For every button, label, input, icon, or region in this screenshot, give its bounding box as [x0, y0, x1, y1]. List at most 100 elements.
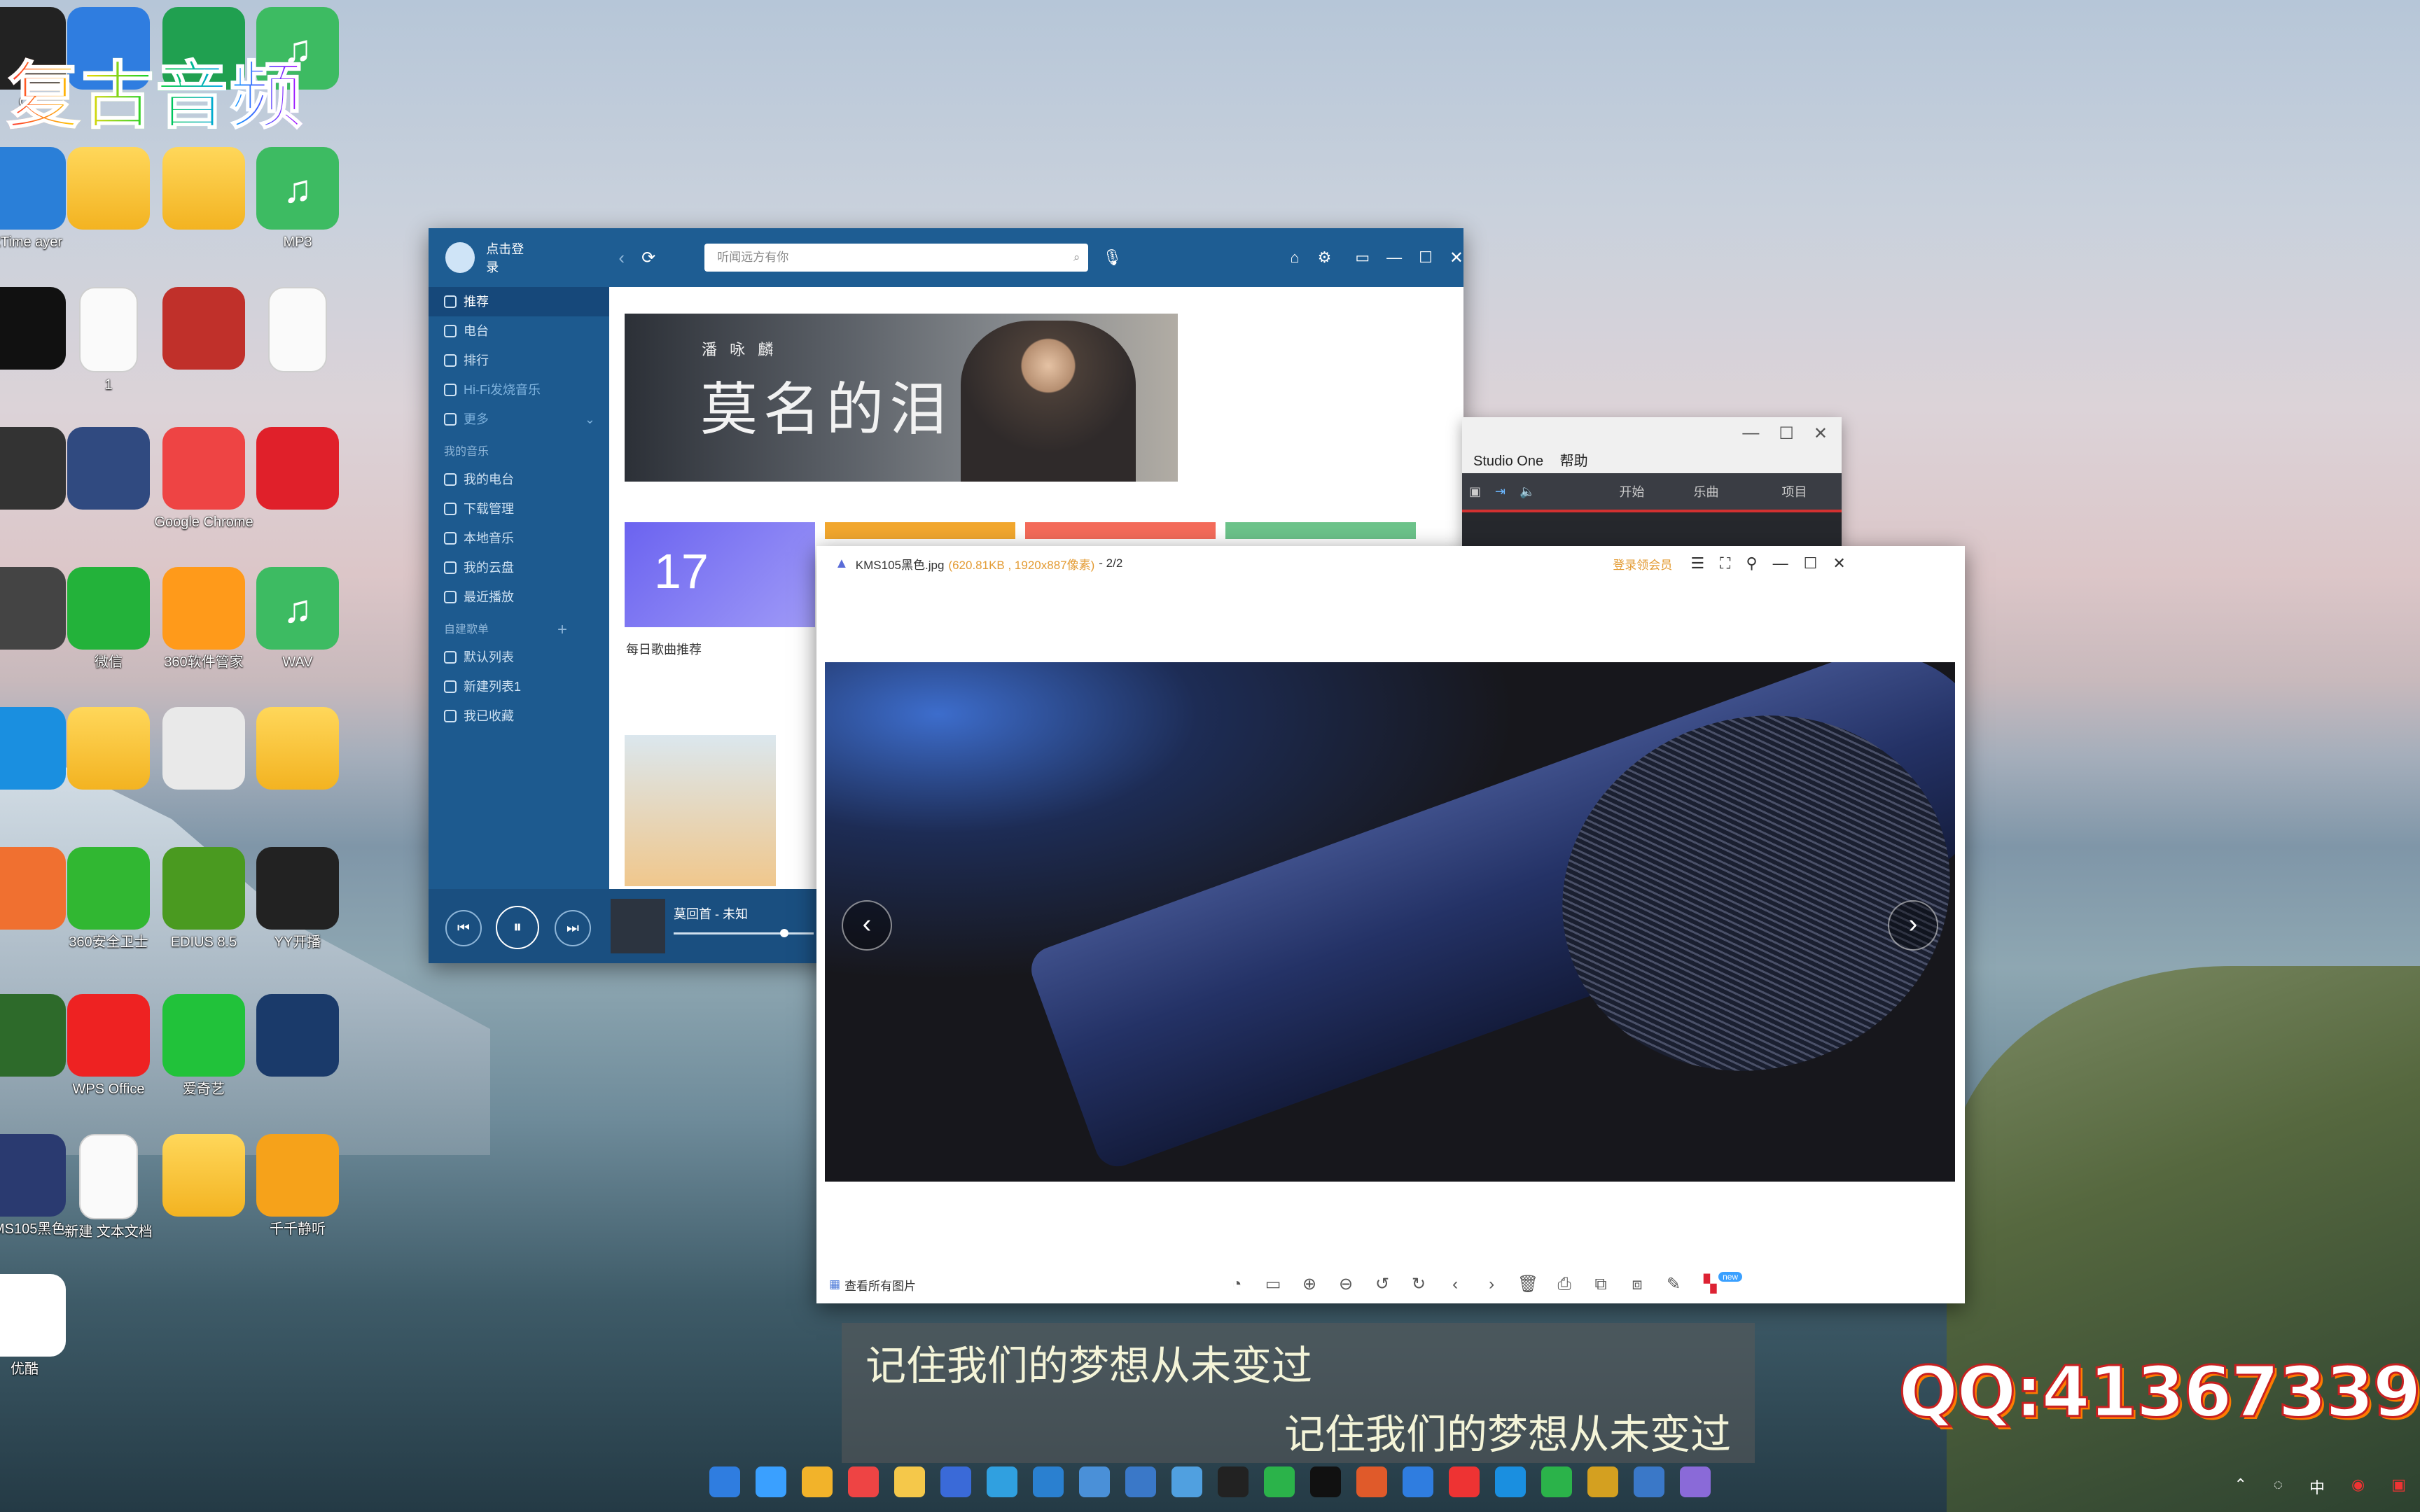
taskbar-app-icon[interactable] — [1171, 1466, 1202, 1497]
studio-title-bar[interactable]: — ☐ ✕ — [1462, 417, 1842, 449]
studio-close-icon[interactable]: ✕ — [1814, 424, 1828, 444]
download-manager[interactable]: 下载管理 — [429, 494, 609, 524]
next-image-button[interactable]: › — [1888, 900, 1938, 951]
rotate-tool-icon[interactable]: ◔ — [1224, 1274, 1249, 1295]
notification-icon[interactable]: ▣ — [2391, 1476, 2406, 1498]
viewer-maximize-icon[interactable]: ☐ — [1804, 554, 1818, 573]
edit-icon[interactable]: ✎ — [1661, 1274, 1686, 1295]
ime-indicator[interactable]: 中 — [2309, 1476, 2325, 1498]
progress-handle[interactable] — [780, 929, 788, 937]
desktop-icon[interactable]: YY开播 — [245, 847, 350, 951]
fit-icon[interactable]: ▭ — [1260, 1274, 1286, 1295]
mic-icon[interactable]: 🎙 — [1102, 248, 1122, 267]
taskbar-app-icon[interactable] — [1356, 1466, 1387, 1497]
playlist-card-green[interactable] — [1225, 522, 1416, 539]
playlist-card-orange[interactable] — [825, 522, 1015, 539]
studio-tab-song[interactable]: 乐曲 — [1694, 482, 1719, 500]
desktop-icon[interactable] — [56, 427, 161, 514]
desktop-icon[interactable] — [151, 147, 256, 234]
search-input[interactable]: 听闻远方有你 ⌕ — [704, 244, 1089, 272]
taskbar-app-icon[interactable] — [709, 1466, 740, 1497]
viewer-close-icon[interactable]: ✕ — [1833, 554, 1845, 573]
login-link[interactable]: 点击登录 — [486, 239, 534, 276]
desktop-icon[interactable]: 360软件管家 — [151, 567, 256, 671]
cloud-disk[interactable]: 我的云盘 — [429, 553, 609, 582]
desktop-icon[interactable]: EDIUS 8.5 — [151, 847, 256, 951]
studio-tab-project[interactable]: 项目 — [1782, 482, 1807, 500]
banner-carousel[interactable]: 潘 咏 麟 莫名的泪 — [625, 314, 1178, 482]
studio-minimize-icon[interactable]: — — [1742, 424, 1759, 443]
recent-played[interactable]: 最近播放 — [429, 582, 609, 612]
desktop-icon[interactable]: ♫ WAV — [245, 567, 350, 671]
tray-network-icon[interactable]: ◌ — [2274, 1476, 2283, 1498]
playlist-default[interactable]: 默认列表 — [429, 643, 609, 672]
taskbar-app-icon[interactable] — [802, 1466, 833, 1497]
desktop-icon[interactable]: 千千静听 — [245, 1134, 350, 1238]
viewer-title-bar[interactable]: ▲ KMS105黑色.jpg (620.81KB , 1920x887像素) -… — [816, 546, 1965, 581]
my-radio[interactable]: 我的电台 — [429, 465, 609, 494]
fullscreen-icon[interactable]: ⛶ — [1720, 554, 1730, 573]
studio-input-icon[interactable]: ⇥ — [1495, 484, 1505, 499]
taskbar-app-icon[interactable] — [1680, 1466, 1711, 1497]
viewer-minimize-icon[interactable]: — — [1773, 554, 1788, 573]
grid-icon[interactable]: ▦ — [829, 1278, 840, 1292]
tray-chevron-icon[interactable]: ⌃ — [2234, 1476, 2246, 1498]
desktop-icon[interactable] — [151, 1134, 256, 1221]
playlist-new[interactable]: 新建列表1 — [429, 672, 609, 701]
nav-more[interactable]: 更多 ⌄ — [429, 405, 609, 434]
desktop-icon[interactable]: 爱奇艺 — [151, 994, 256, 1098]
desktop-icon[interactable] — [151, 287, 256, 374]
music-title-bar[interactable]: 点击登录 ‹ ⟳ 听闻远方有你 ⌕ 🎙 ⌂ ⚙ ▭ — ☐ ✕ — [429, 228, 1463, 287]
desktop-icon[interactable]: 微信 — [56, 567, 161, 671]
desktop-icon[interactable] — [245, 427, 350, 514]
nav-ranking[interactable]: 排行 — [429, 346, 609, 375]
studio-one-window[interactable]: — ☐ ✕ Studio One 帮助 ▣ ⇥ 🔈 开始 乐曲 项目 — [1462, 417, 1842, 549]
nav-hifi[interactable]: Hi-Fi发烧音乐 — [429, 375, 609, 405]
close-icon[interactable]: ✕ — [1449, 248, 1463, 268]
tray-app-icon[interactable]: ◉ — [2351, 1476, 2365, 1498]
print-icon[interactable]: ⎙ — [1552, 1274, 1577, 1295]
refresh-icon[interactable]: ⟳ — [641, 248, 655, 268]
desktop-icon[interactable] — [56, 707, 161, 794]
desktop-icon[interactable]: ♫ MP3 — [245, 147, 350, 251]
nav-recommend[interactable]: 推荐 — [429, 287, 609, 316]
playlist-favorites[interactable]: 我已收藏 — [429, 701, 609, 731]
local-music[interactable]: 本地音乐 — [429, 524, 609, 553]
delete-icon[interactable]: 🗑 — [1515, 1274, 1541, 1295]
taskbar-app-icon[interactable] — [1264, 1466, 1295, 1497]
pause-icon[interactable]: ⏸ — [496, 906, 539, 949]
speaker-icon[interactable]: 🔈 — [1520, 484, 1535, 499]
desktop-icon[interactable]: Google Chrome — [151, 427, 256, 531]
zoom-in-icon[interactable]: ⊕ — [1297, 1274, 1322, 1295]
studio-tab-start[interactable]: 开始 — [1620, 482, 1645, 500]
taskbar-app-icon[interactable] — [1495, 1466, 1526, 1497]
progress-track[interactable] — [674, 932, 814, 934]
daily-recommend-card[interactable]: 17 — [625, 522, 815, 627]
back-icon[interactable]: ‹ — [618, 247, 625, 269]
taskbar-app-icon[interactable] — [1079, 1466, 1110, 1497]
minimize-icon[interactable]: — — [1386, 248, 1402, 267]
nav-radio[interactable]: 电台 — [429, 316, 609, 346]
studio-menu-help[interactable]: 帮助 — [1560, 454, 1588, 469]
compare-icon[interactable]: ⧈ — [1625, 1274, 1650, 1295]
taskbar-app-icon[interactable] — [1634, 1466, 1664, 1497]
studio-maximize-icon[interactable]: ☐ — [1779, 424, 1794, 444]
desktop-icon[interactable] — [245, 994, 350, 1081]
taskbar-app-icon[interactable] — [1310, 1466, 1341, 1497]
prev-icon[interactable]: ‹ — [1442, 1274, 1468, 1295]
menu-icon[interactable]: ☰ — [1690, 554, 1704, 573]
taskbar-app-icon[interactable] — [1125, 1466, 1156, 1497]
previous-image-button[interactable]: ‹ — [842, 900, 892, 951]
next-icon[interactable]: ⏭ — [555, 910, 591, 946]
search-icon[interactable]: ⌕ — [1073, 244, 1080, 272]
desktop-icon[interactable]: 优酷 — [0, 1274, 77, 1378]
taskbar-app-icon[interactable] — [848, 1466, 879, 1497]
rotate-left-icon[interactable]: ↺ — [1370, 1274, 1395, 1295]
playlist-card-red[interactable] — [1025, 522, 1216, 539]
taskbar-app-icon[interactable] — [1449, 1466, 1480, 1497]
vip-link[interactable]: 登录领会员 — [1613, 555, 1672, 573]
view-all-images-link[interactable]: 查看所有图片 — [844, 1276, 916, 1294]
taskbar-app-icon[interactable] — [756, 1466, 786, 1497]
desktop-icon[interactable] — [56, 147, 161, 234]
desktop-icon[interactable]: 1 — [56, 287, 161, 393]
